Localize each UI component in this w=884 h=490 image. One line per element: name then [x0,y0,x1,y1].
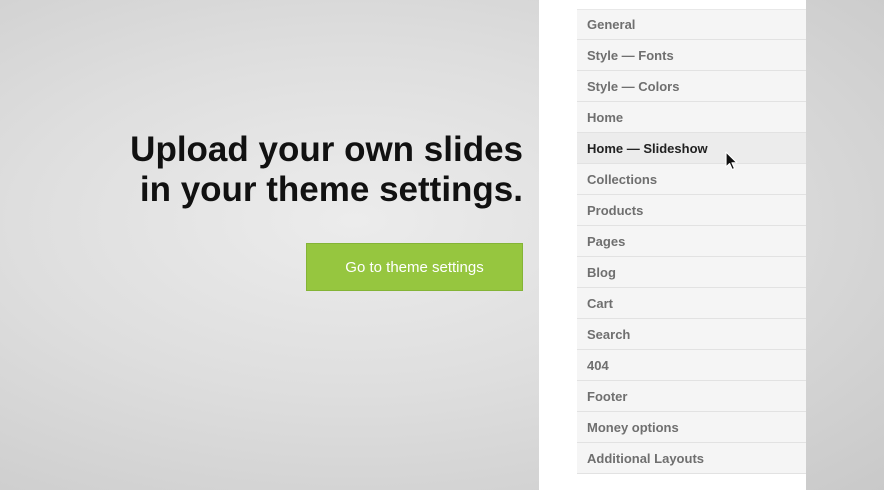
theme-settings-menu: General Style — Fonts Style — Colors Hom… [577,9,806,474]
hero-title-line-1: Upload your own slides [130,130,523,169]
menu-item-cart[interactable]: Cart [577,288,806,319]
menu-item-collections[interactable]: Collections [577,164,806,195]
menu-item-home[interactable]: Home [577,102,806,133]
menu-item-money-options[interactable]: Money options [577,412,806,443]
menu-item-home-slideshow[interactable]: Home — Slideshow [577,133,806,164]
go-to-theme-settings-button[interactable]: Go to theme settings [306,243,523,291]
mouse-pointer-icon [725,151,738,171]
menu-item-pages[interactable]: Pages [577,226,806,257]
hero-title: Upload your own slides in your theme set… [103,130,523,210]
menu-item-style-colors[interactable]: Style — Colors [577,71,806,102]
menu-item-footer[interactable]: Footer [577,381,806,412]
menu-item-products[interactable]: Products [577,195,806,226]
menu-item-style-fonts[interactable]: Style — Fonts [577,40,806,71]
menu-item-general[interactable]: General [577,9,806,40]
menu-item-blog[interactable]: Blog [577,257,806,288]
menu-item-404[interactable]: 404 [577,350,806,381]
menu-item-additional-layouts[interactable]: Additional Layouts [577,443,806,474]
menu-item-search[interactable]: Search [577,319,806,350]
hero-title-line-2: in your theme settings. [139,170,523,209]
